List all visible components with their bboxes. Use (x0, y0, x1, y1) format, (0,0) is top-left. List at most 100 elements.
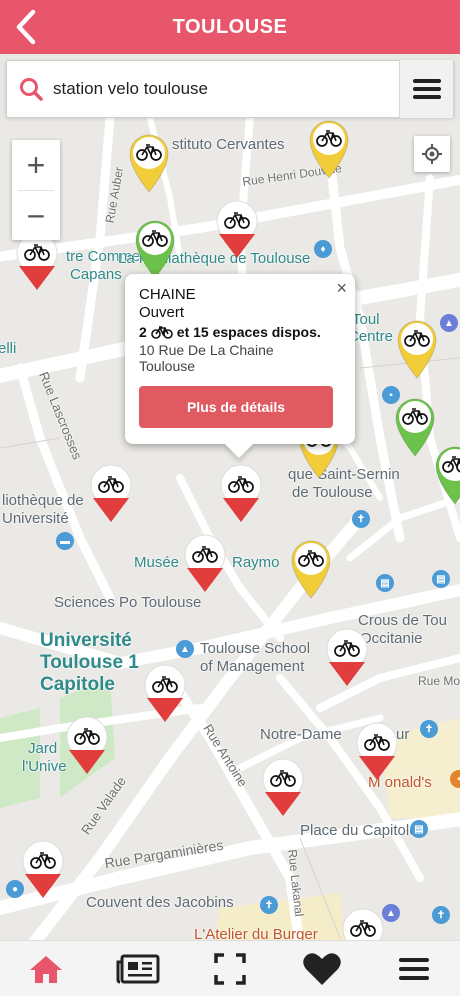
crosshair-icon (422, 144, 442, 164)
station-availability: 2 et 15 espaces dispos. (139, 322, 341, 342)
map-label: Place du Capitole (300, 822, 418, 839)
bike-station-marker[interactable] (132, 218, 178, 280)
bike-station-marker[interactable] (324, 628, 370, 690)
map-label: Notre-Dame (260, 726, 342, 743)
bike-icon (184, 534, 226, 592)
church-poi-icon: ✝ (260, 896, 278, 914)
hamburger-icon (412, 79, 441, 99)
building-poi-icon: ▤ (432, 570, 450, 588)
bike-station-marker[interactable] (306, 118, 352, 180)
map-label: Université (2, 510, 69, 527)
bike-icon (262, 758, 304, 816)
map-label: Rue Mo (418, 674, 460, 688)
bike-icon (342, 908, 384, 940)
search-bar (6, 60, 454, 118)
locate-button[interactable] (414, 136, 450, 172)
heart-icon (303, 952, 341, 985)
map-label: Raymo (232, 554, 280, 571)
map-label: elli (0, 340, 17, 357)
museum-poi-icon: ▤ (376, 574, 394, 592)
bike-icon (66, 716, 108, 774)
library-poi-icon: ▬ (56, 532, 74, 550)
bike-station-marker[interactable] (20, 840, 66, 902)
school-poi-icon: ▲ (176, 640, 194, 658)
bike-station-marker[interactable] (288, 538, 334, 600)
bike-station-marker[interactable] (218, 464, 264, 526)
bike-station-marker[interactable] (214, 200, 260, 262)
details-button[interactable]: Plus de détails (139, 386, 333, 428)
church-poi-icon: ✝ (420, 720, 438, 738)
map-label: Capans (70, 266, 122, 283)
bike-icon (129, 134, 169, 193)
search-input[interactable] (51, 69, 399, 109)
map-label: Toul (352, 311, 380, 328)
map-label: Couvent des Jacobins (86, 894, 234, 911)
address-line-1: 10 Rue De La Chaine (139, 342, 274, 358)
map-label: of Management (200, 658, 305, 675)
home-icon (30, 955, 62, 983)
bike-station-marker[interactable] (14, 232, 60, 294)
map-label: Jard (28, 740, 58, 757)
page-title: TOULOUSE (172, 15, 288, 38)
bikes-count: 2 (139, 324, 147, 340)
map-label: stituto Cervantes (172, 136, 285, 153)
bike-station-marker[interactable] (126, 132, 172, 194)
bike-icon (150, 326, 173, 339)
map-label: Musée (134, 554, 180, 571)
bike-station-marker[interactable] (260, 758, 306, 820)
back-button[interactable] (8, 8, 44, 46)
map-label: L'Atelier du Burger (194, 926, 318, 940)
zoom-in-button[interactable]: + (12, 140, 60, 190)
app-header: TOULOUSE (0, 0, 460, 54)
bike-icon (16, 232, 58, 290)
availability-text: et 15 espaces dispos. (176, 324, 321, 340)
bike-station-marker[interactable] (182, 534, 228, 596)
bike-icon (291, 540, 331, 599)
bike-station-marker[interactable] (354, 722, 400, 784)
bike-station-marker[interactable] (142, 664, 188, 726)
address-line-2: Toulouse (139, 358, 196, 374)
scan-icon (214, 952, 246, 985)
bike-station-marker[interactable] (64, 716, 110, 778)
bike-icon (397, 320, 437, 379)
search-icon (11, 60, 51, 118)
menu-icon (399, 957, 429, 980)
map-view[interactable]: stituto Cervantes Rue Henri Douvillé Rue… (0, 118, 460, 940)
nav-news-button[interactable] (108, 941, 168, 996)
bike-station-marker[interactable] (88, 464, 134, 526)
bottom-nav (0, 940, 460, 996)
bike-icon (22, 840, 64, 898)
bike-icon (326, 628, 368, 686)
map-label: Sciences Po Toulouse (54, 594, 202, 611)
map-label: Toulouse School (200, 640, 311, 657)
church-poi-icon: ✝ (352, 510, 370, 528)
zoom-controls: + − (12, 140, 60, 240)
church-poi-icon: ✝ (432, 906, 450, 924)
park-poi-icon: ♦ (314, 240, 332, 258)
bike-station-marker[interactable] (394, 318, 440, 380)
bike-icon (356, 722, 398, 780)
bike-icon (135, 220, 175, 279)
map-label: l'Unive (22, 758, 67, 775)
landmark-poi-icon: ▤ (410, 820, 428, 838)
chevron-left-icon (16, 9, 36, 45)
zoom-out-button[interactable]: − (12, 191, 60, 241)
search-menu-button[interactable] (399, 60, 453, 118)
bike-icon (435, 446, 460, 505)
close-popup-button[interactable]: × (336, 278, 347, 299)
nav-scan-button[interactable] (200, 941, 260, 996)
bike-station-marker[interactable] (432, 444, 460, 506)
map-label: Crous de Tou (358, 612, 447, 629)
nav-menu-button[interactable] (384, 941, 444, 996)
bike-station-marker[interactable] (340, 908, 386, 940)
station-name: CHAINE (139, 286, 196, 303)
nav-favorites-button[interactable] (292, 941, 352, 996)
map-label: Université Toulouse 1 Capitole (40, 630, 139, 695)
bike-icon (216, 200, 258, 258)
bike-icon (220, 464, 262, 522)
map-label: liothèque de (2, 492, 84, 509)
nav-home-button[interactable] (16, 941, 76, 996)
station-popup: × CHAINE Ouvert 2 et 15 espaces dispos. … (125, 274, 355, 444)
shop-poi-icon: ▲ (440, 314, 458, 332)
bike-icon (144, 664, 186, 722)
